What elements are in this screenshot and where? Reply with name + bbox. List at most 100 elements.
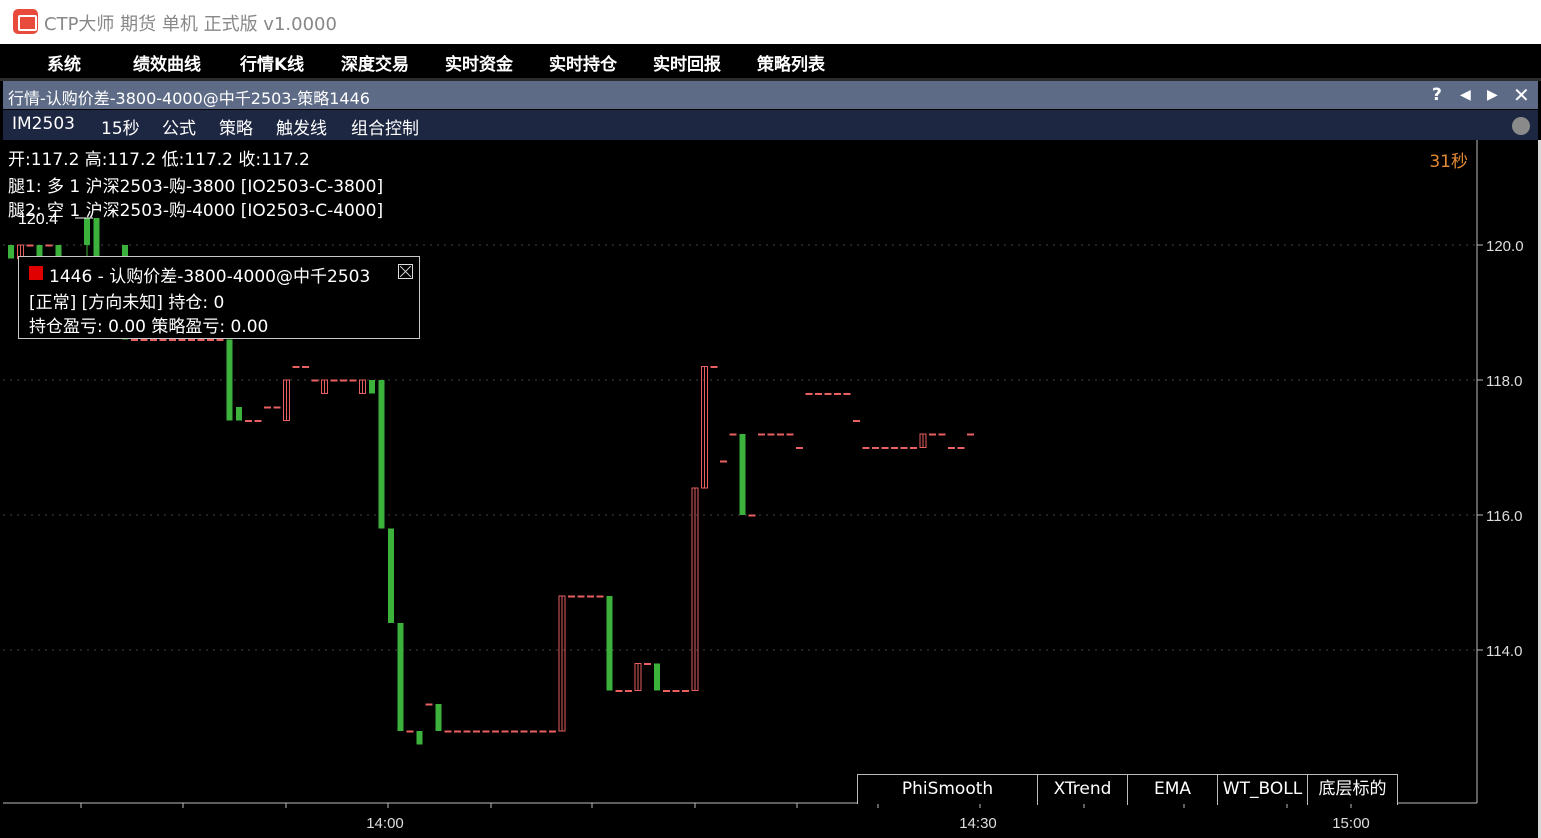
chart-toolbar: IM2503 15秒 公式 策略 触发线 组合控制	[3, 110, 1538, 140]
candle-body	[397, 623, 404, 731]
menu-item-kline[interactable]: 行情K线	[240, 50, 304, 75]
candle	[758, 433, 765, 436]
candle	[292, 366, 300, 368]
candle	[216, 339, 224, 341]
candle-body	[625, 690, 632, 692]
candle	[435, 704, 442, 731]
tool-strategy[interactable]: 策略	[219, 114, 253, 139]
menu-item-system[interactable]: 系统	[47, 50, 81, 75]
candle	[454, 730, 461, 733]
x-tick-label: 14:00	[366, 815, 404, 832]
candle	[311, 379, 319, 382]
candle-body	[93, 218, 100, 259]
candle	[577, 595, 585, 598]
candle-body	[710, 366, 718, 368]
candle-body	[862, 447, 870, 449]
candle-body	[948, 447, 955, 449]
candle	[45, 244, 53, 247]
indicator-tab-wt-boll[interactable]: WT_BOLL	[1218, 775, 1308, 805]
candle-body	[929, 433, 936, 436]
candle-body	[729, 433, 737, 436]
candle	[226, 339, 233, 421]
candle	[463, 730, 471, 733]
candle	[568, 595, 575, 598]
app-chart-icon	[13, 9, 38, 34]
indicator-tab-phismooth[interactable]: PhiSmooth	[858, 775, 1038, 805]
candle	[682, 690, 689, 692]
tool-contract[interactable]: IM2503	[12, 114, 75, 134]
candle	[264, 406, 271, 409]
candle	[720, 460, 727, 463]
tool-combo-control[interactable]: 组合控制	[351, 114, 419, 139]
candle	[388, 528, 394, 623]
indicator-tab-underlying[interactable]: 底层标的	[1308, 775, 1398, 805]
candle	[8, 245, 14, 259]
candle-body	[720, 460, 727, 463]
menu-item-depth-trading[interactable]: 深度交易	[341, 50, 409, 75]
candle	[596, 595, 604, 598]
candle-body	[530, 730, 537, 733]
candle-body	[881, 447, 889, 449]
menu-item-realtime-funds[interactable]: 实时资金	[445, 50, 513, 75]
candle	[444, 730, 452, 733]
menu-item-realtime-reports[interactable]: 实时回报	[653, 50, 721, 75]
candle	[824, 393, 832, 395]
candle-body	[197, 339, 205, 341]
leg2-info: 腿2: 空 1 沪深2503-购-4000 [IO2503-C-4000]	[8, 201, 384, 221]
tool-formula[interactable]: 公式	[162, 114, 196, 139]
candle	[425, 703, 433, 706]
candle-body	[388, 528, 394, 623]
tool-trigger-line[interactable]: 触发线	[276, 114, 327, 139]
y-tick-label: 114.0	[1486, 643, 1522, 660]
candle	[169, 339, 176, 341]
tool-period[interactable]: 15秒	[101, 114, 140, 139]
menu-item-realtime-positions[interactable]: 实时持仓	[549, 50, 617, 75]
candle-body	[26, 244, 34, 247]
candle-body	[748, 514, 756, 517]
candle-body	[207, 339, 214, 341]
candle-body	[891, 447, 898, 449]
candle-body	[587, 595, 594, 598]
bar-countdown: 31秒	[1429, 152, 1468, 172]
indicator-tab-xtrend[interactable]: XTrend	[1038, 775, 1128, 805]
candle	[273, 406, 281, 409]
candle	[501, 730, 509, 733]
close-icon[interactable]: ✕	[1513, 83, 1530, 107]
kline-chart[interactable]: 120.0 118.0 116.0 114.0 14:00 14:30 15:00 120.4…	[3, 140, 1538, 835]
candle-body	[311, 379, 319, 382]
candle	[948, 447, 955, 449]
candle	[482, 730, 490, 733]
candle-body	[511, 730, 518, 733]
candle	[919, 433, 927, 448]
candle-body	[568, 595, 575, 598]
candle	[369, 380, 375, 394]
candle-body	[254, 420, 262, 422]
candle	[625, 690, 632, 692]
indicator-tab-ema[interactable]: EMA	[1128, 775, 1218, 805]
menu-item-strategy-list[interactable]: 策略列表	[757, 50, 825, 75]
candle	[843, 393, 851, 395]
candle	[872, 447, 879, 449]
candle	[634, 663, 642, 691]
candle	[254, 420, 262, 422]
candle	[815, 393, 822, 395]
candle	[891, 447, 898, 449]
next-arrow-icon[interactable]: ▶	[1487, 83, 1498, 107]
prev-arrow-icon[interactable]: ◀	[1460, 83, 1471, 107]
candle	[710, 366, 718, 368]
help-button[interactable]: ?	[1432, 83, 1442, 107]
candle-body	[596, 595, 604, 598]
y-tick-label: 120.0	[1486, 238, 1524, 255]
candle	[587, 595, 594, 598]
candle	[140, 339, 148, 341]
candle-body	[549, 730, 556, 733]
candle-body	[226, 339, 233, 421]
candle	[739, 434, 746, 515]
candle	[492, 730, 499, 733]
popup-close-icon[interactable]	[398, 264, 413, 279]
candle-body	[577, 595, 585, 598]
x-tick-label: 15:00	[1332, 815, 1370, 832]
menu-item-performance-curve[interactable]: 绩效曲线	[133, 50, 201, 75]
y-tick-label: 118.0	[1486, 373, 1522, 390]
candle-body	[615, 690, 623, 692]
